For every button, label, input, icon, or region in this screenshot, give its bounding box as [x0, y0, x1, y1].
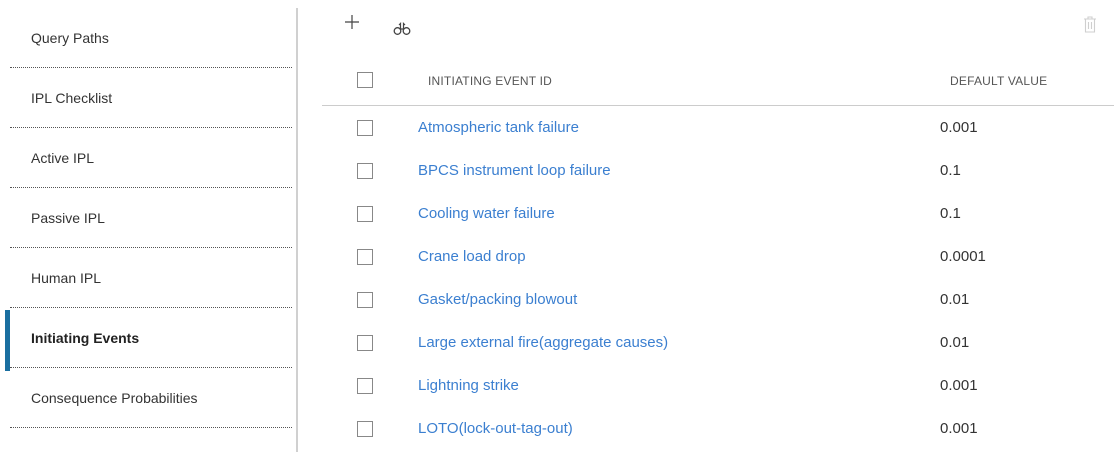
sidebar-item-human-ipl[interactable]: Human IPL	[10, 248, 292, 308]
sidebar-item-label: Initiating Events	[31, 329, 140, 346]
select-all-checkbox[interactable]	[357, 72, 373, 88]
default-value: 0.001	[940, 119, 978, 136]
sidebar-item-initiating-events[interactable]: Initiating Events	[10, 308, 292, 368]
sidebar-nav: Query Paths IPL Checklist Active IPL Pas…	[0, 0, 296, 451]
row-checkbox[interactable]	[357, 249, 373, 265]
column-header-value[interactable]: DEFAULT VALUE	[950, 74, 1047, 88]
add-button[interactable]	[343, 13, 361, 36]
search-button[interactable]	[393, 22, 411, 41]
table-row: Crane load drop 0.0001	[322, 235, 1114, 278]
initiating-event-link[interactable]: Gasket/packing blowout	[418, 291, 577, 308]
table-row: Large external fire(aggregate causes) 0.…	[322, 321, 1114, 364]
sidebar-item-ipl-checklist[interactable]: IPL Checklist	[10, 68, 292, 128]
initiating-event-link[interactable]: Large external fire(aggregate causes)	[418, 334, 668, 351]
row-checkbox[interactable]	[357, 120, 373, 136]
binoculars-icon	[393, 22, 411, 35]
sidebar-item-label: Passive IPL	[31, 209, 105, 226]
sidebar-item-passive-ipl[interactable]: Passive IPL	[10, 188, 292, 248]
column-header-id[interactable]: INITIATING EVENT ID	[428, 74, 552, 88]
table-header: INITIATING EVENT ID DEFAULT VALUE	[322, 57, 1114, 106]
initiating-event-link[interactable]: LOTO(lock-out-tag-out)	[418, 420, 573, 437]
initiating-event-link[interactable]: BPCS instrument loop failure	[418, 162, 611, 179]
row-checkbox[interactable]	[357, 335, 373, 351]
default-value: 0.01	[940, 334, 970, 351]
sidebar-item-label: Active IPL	[31, 149, 95, 166]
row-checkbox[interactable]	[357, 292, 373, 308]
sidebar-item-label: Query Paths	[31, 29, 109, 46]
initiating-event-link[interactable]: Atmospheric tank failure	[418, 119, 579, 136]
sidebar-divider	[296, 8, 298, 452]
row-checkbox[interactable]	[357, 378, 373, 394]
trash-icon	[1084, 16, 1096, 33]
default-value: 0.1	[940, 162, 961, 179]
plus-icon	[345, 15, 359, 29]
sidebar-item-label: IPL Checklist	[31, 89, 113, 106]
row-checkbox[interactable]	[357, 421, 373, 437]
row-checkbox[interactable]	[357, 163, 373, 179]
delete-button[interactable]	[1083, 16, 1097, 39]
sidebar-item-label: Consequence Probabilities	[31, 389, 198, 406]
initiating-event-link[interactable]: Cooling water failure	[418, 205, 555, 222]
default-value: 0.0001	[940, 248, 986, 265]
table-row: Lightning strike 0.001	[322, 364, 1114, 407]
row-checkbox[interactable]	[357, 206, 373, 222]
default-value: 0.1	[940, 205, 961, 222]
sidebar-item-consequence-probabilities[interactable]: Consequence Probabilities	[10, 368, 292, 428]
sidebar-item-query-paths[interactable]: Query Paths	[10, 8, 292, 68]
initiating-event-link[interactable]: Crane load drop	[418, 248, 526, 265]
table-row: Cooling water failure 0.1	[322, 192, 1114, 235]
table-row: Atmospheric tank failure 0.001	[322, 106, 1114, 149]
initiating-event-link[interactable]: Lightning strike	[418, 377, 519, 394]
table-row: LOTO(lock-out-tag-out) 0.001	[322, 407, 1114, 450]
sidebar-item-active-ipl[interactable]: Active IPL	[10, 128, 292, 188]
sidebar-item-label: Human IPL	[31, 269, 102, 286]
default-value: 0.001	[940, 377, 978, 394]
active-indicator	[5, 310, 10, 371]
table-row: Gasket/packing blowout 0.01	[322, 278, 1114, 321]
default-value: 0.001	[940, 420, 978, 437]
default-value: 0.01	[940, 291, 970, 308]
table-row: BPCS instrument loop failure 0.1	[322, 149, 1114, 192]
